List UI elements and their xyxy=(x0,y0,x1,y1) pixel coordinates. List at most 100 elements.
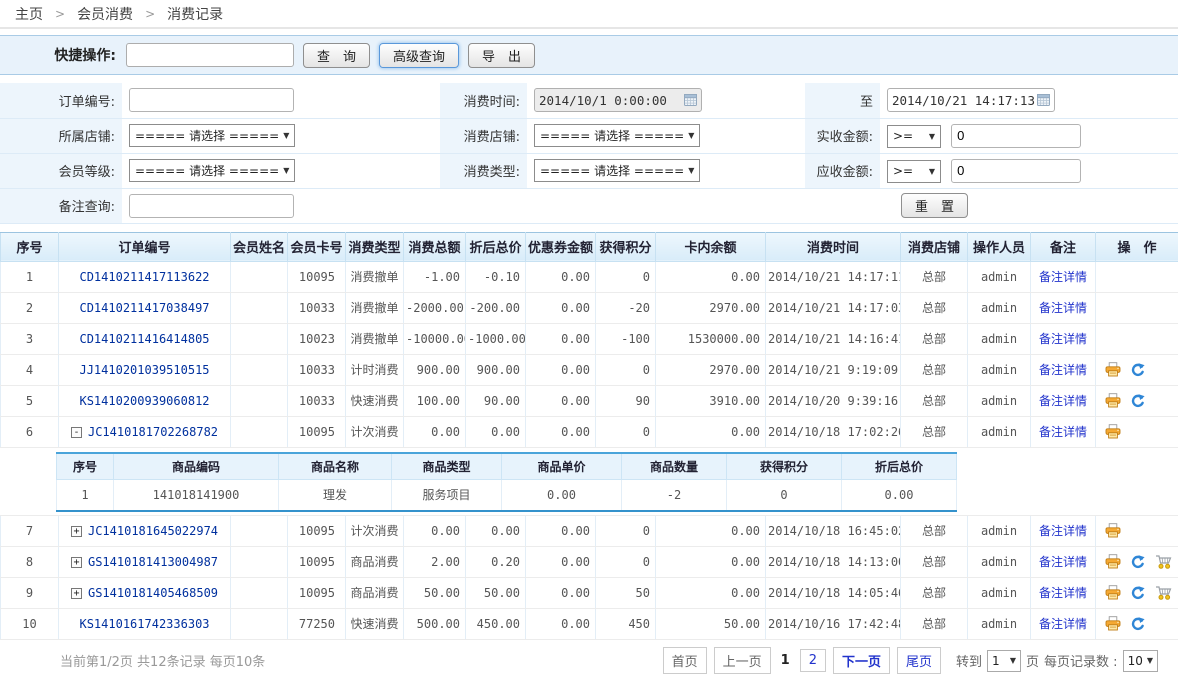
last-page-button[interactable]: 尾页 xyxy=(897,647,941,674)
operation-cell xyxy=(1096,608,1178,639)
prev-page-button[interactable]: 上一页 xyxy=(714,647,771,674)
export-button[interactable]: 导 出 xyxy=(468,43,535,68)
printer-icon[interactable] xyxy=(1105,362,1121,377)
printer-icon[interactable] xyxy=(1105,393,1121,408)
remark-cell: 备注详情 xyxy=(1031,416,1096,447)
coupon-amount-cell: 0.00 xyxy=(526,292,596,323)
order-number-link[interactable]: CD1410211417038497 xyxy=(79,301,209,315)
remark-cell: 备注详情 xyxy=(1031,515,1096,546)
member-name-cell xyxy=(231,323,288,354)
expand-toggle-icon[interactable]: + xyxy=(71,588,82,599)
remark-detail-link[interactable]: 备注详情 xyxy=(1039,555,1087,569)
points-earned-cell: 0 xyxy=(596,515,656,546)
card-number-cell: 10023 xyxy=(288,323,346,354)
undo-icon[interactable] xyxy=(1130,585,1146,601)
table-row: 7+JC141018164502297410095计次消费0.000.000.0… xyxy=(1,515,1178,546)
order-cell: CD1410211417113622 xyxy=(59,261,231,292)
consume-type-cell: 商品消费 xyxy=(346,546,404,577)
receivable-amount-input[interactable] xyxy=(951,159,1081,183)
order-items-table: 序号商品编码商品名称商品类型商品单价商品数量获得积分折后总价1141018141… xyxy=(56,452,957,512)
records-header-row: 序号订单编号会员姓名会员卡号消费类型消费总额折后总价优惠券金额获得积分卡内余额消… xyxy=(1,232,1178,261)
column-header: 序号 xyxy=(1,232,59,261)
remark-detail-link[interactable]: 备注详情 xyxy=(1039,524,1087,538)
member-name-cell xyxy=(231,261,288,292)
column-header: 操作人员 xyxy=(968,232,1031,261)
undo-icon[interactable] xyxy=(1130,362,1146,378)
operator-cell: admin xyxy=(968,515,1031,546)
order-number-link[interactable]: GS1410181413004987 xyxy=(88,555,218,569)
consume-time-from-input[interactable]: 2014/10/1 0:00:00 xyxy=(534,88,702,112)
table-row: 2CD141021141703849710033消费撤单-2000.00-200… xyxy=(1,292,1178,323)
order-number-link[interactable]: GS1410181405468509 xyxy=(88,586,218,600)
discounted-amount-cell: 50.00 xyxy=(466,577,526,608)
operator-cell: admin xyxy=(968,354,1031,385)
coupon-amount-cell: 0.00 xyxy=(526,261,596,292)
printer-icon[interactable] xyxy=(1105,554,1121,569)
remark-query-input[interactable] xyxy=(129,194,294,218)
remark-cell: 备注详情 xyxy=(1031,323,1096,354)
expand-toggle-icon[interactable]: + xyxy=(71,557,82,568)
undo-icon[interactable] xyxy=(1130,393,1146,409)
table-row: 8+GS141018141300498710095商品消费2.000.200.0… xyxy=(1,546,1178,577)
actual-amount-operator-select[interactable]: >= ▼ xyxy=(887,125,941,148)
next-page-button[interactable]: 下一页 xyxy=(833,647,890,674)
sub-table-container: 序号商品编码商品名称商品类型商品单价商品数量获得积分折后总价1141018141… xyxy=(1,447,1178,515)
printer-icon[interactable] xyxy=(1105,616,1121,631)
collapse-toggle-icon[interactable]: - xyxy=(71,427,82,438)
order-number-link[interactable]: JC1410181645022974 xyxy=(88,524,218,538)
quick-search-input[interactable] xyxy=(126,43,294,67)
remark-detail-link[interactable]: 备注详情 xyxy=(1039,425,1087,439)
first-page-button[interactable]: 首页 xyxy=(663,647,707,674)
total-amount-cell: 0.00 xyxy=(404,416,466,447)
order-number-link[interactable]: CD1410211416414805 xyxy=(79,332,209,346)
printer-icon[interactable] xyxy=(1105,424,1121,439)
member-level-select[interactable]: ===== 请选择 ===== ▼ xyxy=(129,159,295,182)
receivable-amount-operator-select[interactable]: >= ▼ xyxy=(887,160,941,183)
discounted-amount-cell: -200.00 xyxy=(466,292,526,323)
remark-detail-link[interactable]: 备注详情 xyxy=(1039,617,1087,631)
actual-amount-label: 实收金额: xyxy=(805,118,880,153)
own-store-select[interactable]: ===== 请选择 ===== ▼ xyxy=(129,124,295,147)
per-page-select[interactable]: 10 ▼ xyxy=(1123,650,1158,672)
order-number-link[interactable]: KS1410200939060812 xyxy=(79,394,209,408)
goto-page-select[interactable]: 1 ▼ xyxy=(987,650,1021,672)
order-no-input[interactable] xyxy=(129,88,294,112)
consume-type-select[interactable]: ===== 请选择 ===== ▼ xyxy=(534,159,700,182)
operator-cell: admin xyxy=(968,292,1031,323)
calendar-icon[interactable] xyxy=(1037,94,1050,106)
page-2-button[interactable]: 2 xyxy=(800,649,826,672)
quick-action-label: 快捷操作: xyxy=(0,45,116,65)
printer-icon[interactable] xyxy=(1105,585,1121,600)
actual-amount-input[interactable] xyxy=(951,124,1081,148)
reset-button[interactable]: 重 置 xyxy=(901,193,968,218)
remark-detail-link[interactable]: 备注详情 xyxy=(1039,363,1087,377)
row-index-cell: 7 xyxy=(1,515,59,546)
order-number-link[interactable]: JC1410181702268782 xyxy=(88,425,218,439)
order-number-link[interactable]: CD1410211417113622 xyxy=(79,270,209,284)
search-button[interactable]: 查 询 xyxy=(303,43,370,68)
points-earned-cell: 0 xyxy=(596,416,656,447)
order-number-link[interactable]: JJ1410201039510515 xyxy=(79,363,209,377)
breadcrumb-item-home[interactable]: 主页 xyxy=(15,4,43,24)
calendar-icon[interactable] xyxy=(684,94,697,106)
remark-detail-link[interactable]: 备注详情 xyxy=(1039,332,1087,346)
expand-toggle-icon[interactable]: + xyxy=(71,526,82,537)
remark-detail-link[interactable]: 备注详情 xyxy=(1039,586,1087,600)
breadcrumb-item-member-consume[interactable]: 会员消费 xyxy=(77,4,133,24)
undo-icon[interactable] xyxy=(1130,616,1146,632)
consume-store-select[interactable]: ===== 请选择 ===== ▼ xyxy=(534,124,700,147)
remark-detail-link[interactable]: 备注详情 xyxy=(1039,301,1087,315)
cart-icon[interactable] xyxy=(1155,554,1172,569)
item-price-cell: 0.00 xyxy=(502,480,622,511)
cart-icon[interactable] xyxy=(1155,585,1172,600)
advanced-search-button[interactable]: 高级查询 xyxy=(379,43,459,68)
remark-detail-link[interactable]: 备注详情 xyxy=(1039,394,1087,408)
consume-time-to-input[interactable]: 2014/10/21 14:17:13 xyxy=(887,88,1055,112)
discounted-amount-cell: 450.00 xyxy=(466,608,526,639)
card-number-cell: 10095 xyxy=(288,546,346,577)
order-number-link[interactable]: KS1410161742336303 xyxy=(79,617,209,631)
printer-icon[interactable] xyxy=(1105,523,1121,538)
remark-detail-link[interactable]: 备注详情 xyxy=(1039,270,1087,284)
undo-icon[interactable] xyxy=(1130,554,1146,570)
column-header: 折后总价 xyxy=(466,232,526,261)
